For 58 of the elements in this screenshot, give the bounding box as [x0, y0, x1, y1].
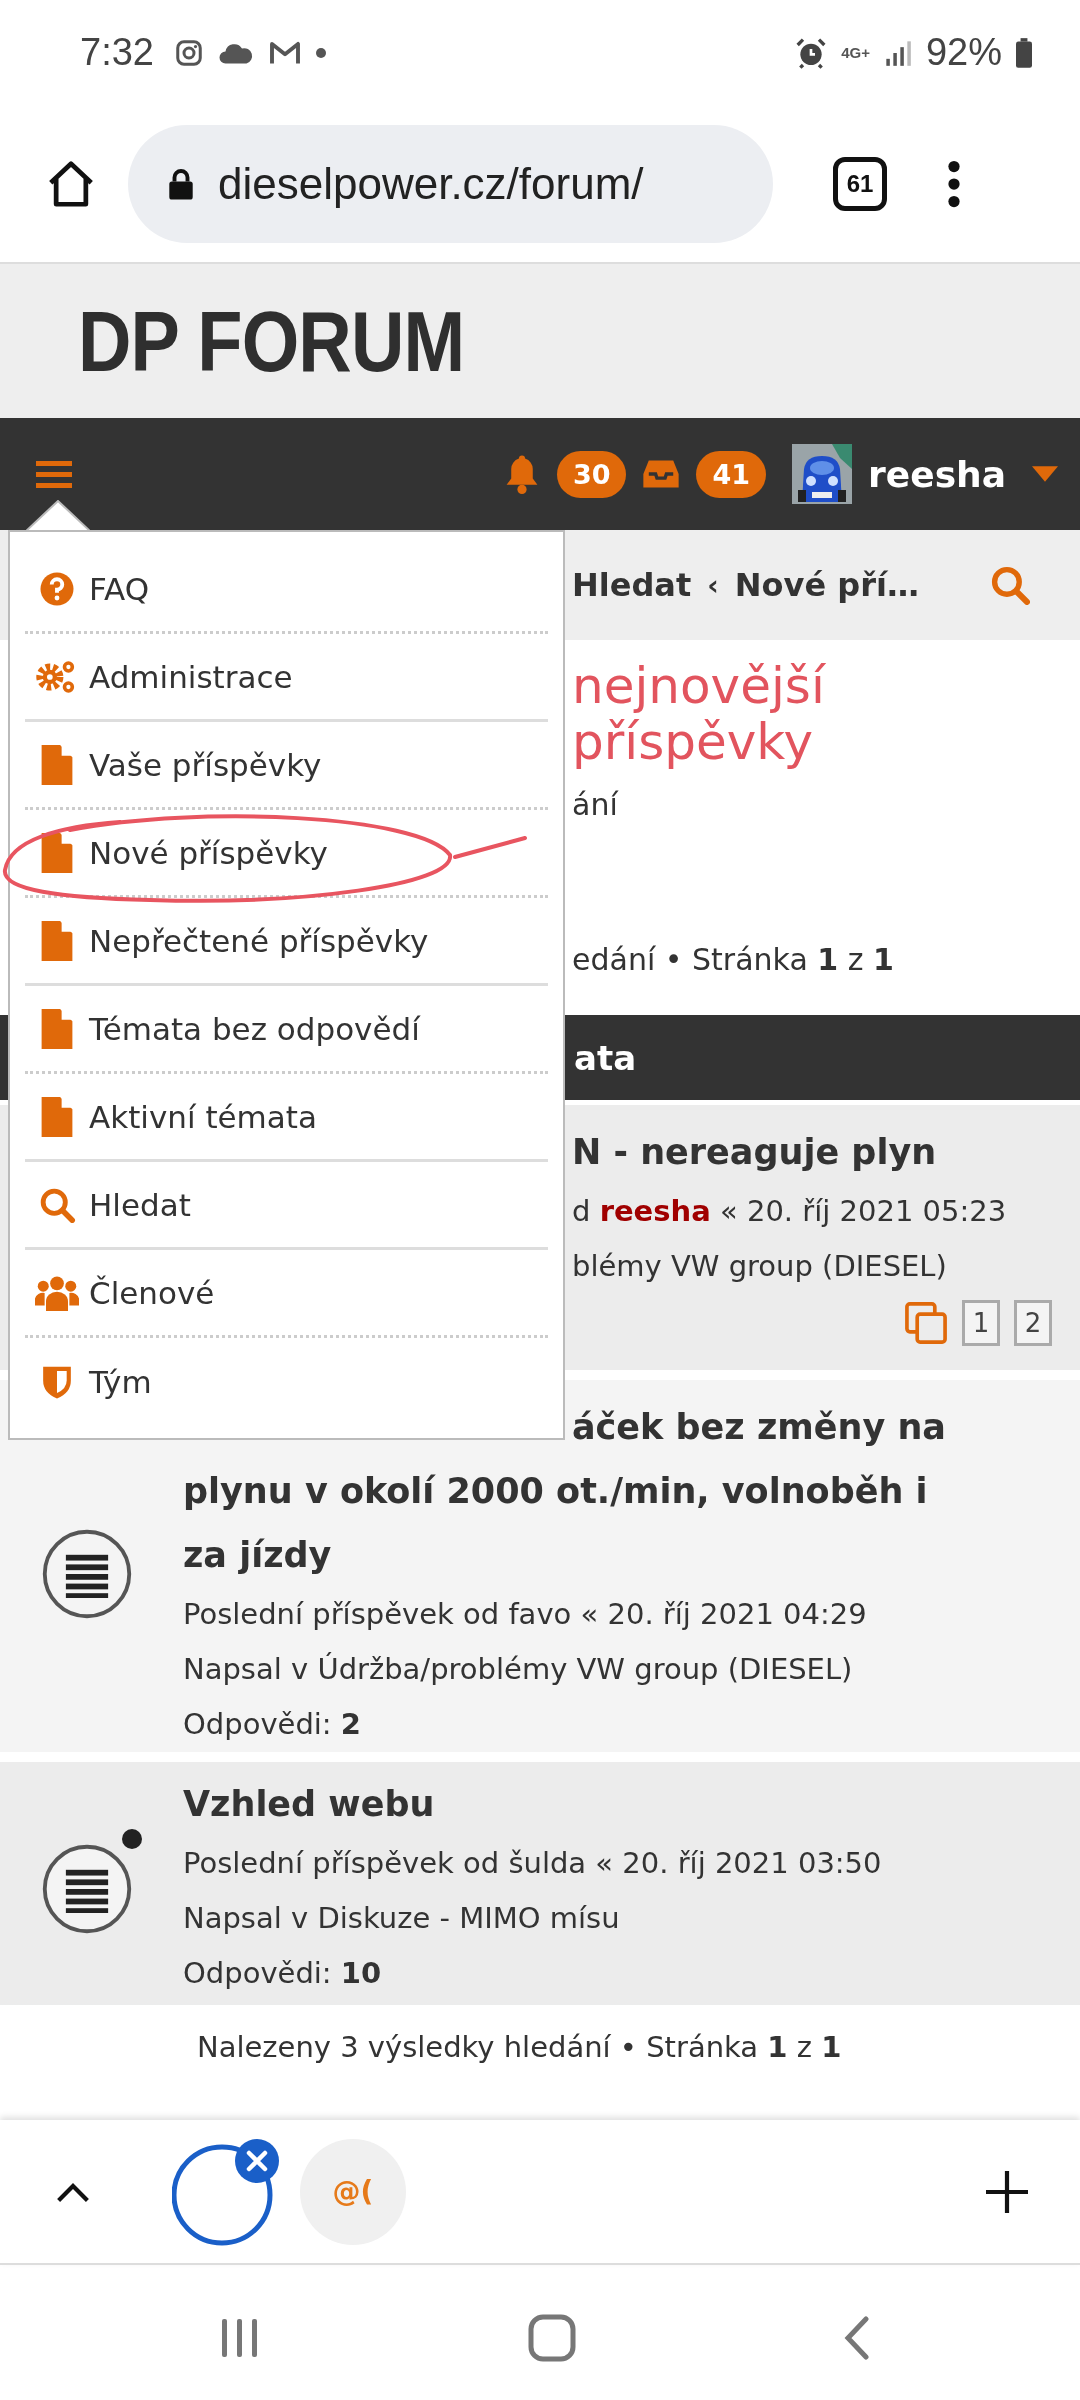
active-tab-icon[interactable] — [172, 2136, 282, 2247]
back-icon[interactable] — [842, 2315, 872, 2360]
status-time: 7:32 — [80, 31, 154, 74]
home-button-icon[interactable] — [528, 2313, 576, 2362]
topic-title[interactable]: plynu v okolí 2000 ot./min, volnoběh i — [183, 1459, 1080, 1523]
menu-item[interactable]: Nové příspěvky — [25, 832, 328, 873]
username-button[interactable]: reesha — [868, 453, 1016, 495]
site-logo[interactable]: DP FORUM — [78, 291, 465, 391]
forum-name: Napsal v Údržba/problémy VW group (DIESEL) — [183, 1651, 854, 1688]
post-meta: d reesha « 20. říj 2021 05:23 — [572, 1193, 1008, 1230]
post-meta: Poslední příspěvek od šulda « 20. říj 2021 03:50 — [183, 1845, 883, 1882]
battery-level: 92% — [925, 31, 1002, 74]
breadcrumb-link[interactable]: Hledat — [572, 566, 692, 604]
tab-count-button[interactable]: 61 — [833, 156, 887, 211]
dot-icon — [315, 47, 326, 58]
lock-icon — [168, 167, 194, 200]
alarm-icon — [795, 36, 828, 69]
menu-item[interactable]: Tým — [25, 1364, 152, 1400]
people-icon — [35, 1274, 79, 1311]
camera-app-icon — [173, 37, 204, 68]
reply-count: Odpovědi: 10 — [183, 1955, 383, 1992]
menu-item[interactable]: Aktivní témata — [25, 1096, 317, 1137]
address-bar[interactable]: dieselpower.cz/forum/ — [128, 124, 773, 243]
network-type: 4G+ — [841, 44, 870, 61]
topic-title[interactable]: Vzhled webu — [183, 1772, 1080, 1836]
menu-item[interactable]: Témata bez odpovědí — [25, 1008, 420, 1049]
more-options-icon[interactable] — [947, 158, 961, 209]
page-link[interactable]: 2 — [1014, 1300, 1052, 1346]
signal-icon — [883, 38, 912, 67]
menu-item[interactable]: FAQ — [25, 570, 150, 607]
annotation-text: nejnovější příspěvky — [572, 658, 827, 770]
page-link[interactable]: 1 — [962, 1300, 1000, 1346]
menu-item[interactable]: Nepřečtené příspěvky — [25, 920, 429, 961]
reply-count: Odpovědi: 2 — [183, 1706, 363, 1743]
search-summary: Nalezeny 3 výsledky hledání • Stránka 1 z 1 — [197, 2029, 842, 2066]
topic-title[interactable]: N - nereaguje plyn — [572, 1120, 1052, 1184]
caret-icon[interactable] — [1032, 466, 1058, 482]
menu-item[interactable]: Hledat — [25, 1186, 191, 1223]
battery-icon — [1016, 37, 1032, 68]
menu-item[interactable]: Vaše příspěvky — [25, 744, 322, 785]
breadcrumb-separator: ‹ — [707, 568, 719, 602]
unread-dot — [122, 1828, 142, 1849]
search-icon[interactable] — [990, 565, 1030, 605]
menu-item[interactable]: Členové — [25, 1274, 215, 1311]
menu-item[interactable]: Administrace — [25, 656, 293, 697]
topic-title[interactable]: za jízdy — [183, 1523, 1080, 1587]
inbox-icon[interactable] — [642, 459, 681, 489]
forum-name: blémy VW group (DIESEL) — [572, 1248, 948, 1285]
search-summary-fragment: ání — [572, 786, 618, 824]
search-summary: edání • Stránka 1 z 1 — [572, 941, 894, 979]
forum-name: Napsal v Diskuze - MIMO mísu — [183, 1900, 621, 1937]
section-title: ata — [574, 1037, 637, 1078]
mail-icon — [267, 39, 302, 66]
menu-icon[interactable] — [36, 459, 72, 489]
pages-icon — [904, 1301, 948, 1345]
breadcrumb-link[interactable]: Nové pří… — [734, 566, 919, 604]
plus-icon[interactable] — [986, 2170, 1028, 2213]
post-meta: Poslední příspěvek od favo « 20. říj 2021 04:29 — [183, 1596, 868, 1633]
